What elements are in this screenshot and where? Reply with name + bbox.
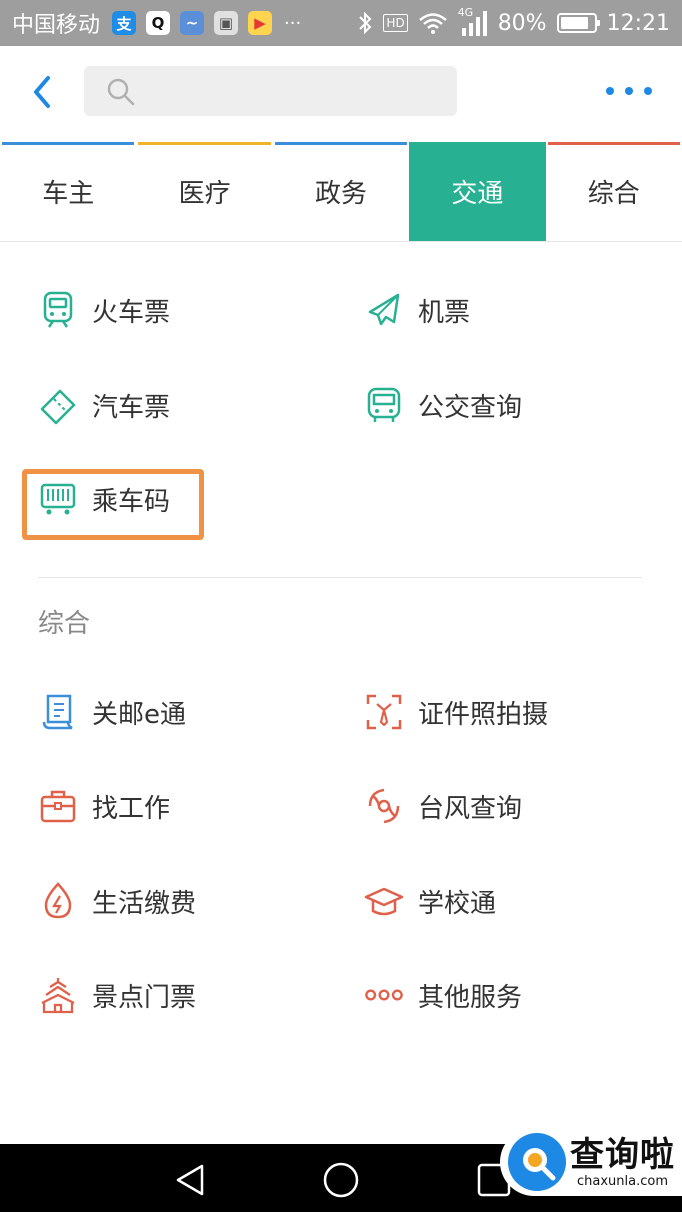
tab-label: 综合 (587, 179, 640, 209)
more-dot-icon (625, 87, 633, 95)
circle-home-icon (323, 1162, 359, 1198)
service-utility-payment[interactable]: 生活缴费 (38, 876, 196, 926)
service-bus-ticket[interactable]: 汽车票 (38, 380, 170, 430)
service-bus-query[interactable]: 公交查询 (364, 380, 522, 430)
service-scenic-tickets[interactable]: 景点门票 (38, 970, 196, 1020)
alipay-notification-icon: 支 (112, 11, 137, 35)
site-watermark: 查询啦 chaxunla.com (500, 1128, 682, 1196)
carrier-name: 中国移动 (12, 13, 101, 38)
service-label: 公交查询 (418, 392, 523, 423)
health-notification-icon: ~ (180, 11, 205, 35)
service-train-ticket[interactable]: 火车票 (38, 285, 170, 335)
service-label: 证件照拍摄 (418, 699, 549, 730)
tab-accent-bar (274, 142, 408, 145)
tab-car-owner[interactable]: 车主 (0, 142, 136, 241)
tab-label: 交通 (451, 179, 504, 209)
tab-accent-bar (138, 142, 271, 145)
tab-label: 车主 (42, 179, 95, 209)
section-divider (38, 577, 642, 578)
temple-icon (38, 975, 78, 1015)
more-options-button[interactable] (600, 74, 658, 108)
battery-percent: 80% (497, 10, 547, 36)
back-button[interactable] (24, 72, 64, 112)
search-icon (107, 78, 135, 106)
tab-label: 政务 (314, 179, 367, 209)
service-label: 学校通 (418, 888, 497, 919)
section-title-general: 综合 (38, 609, 91, 639)
clock: 12:21 (606, 10, 670, 36)
bluetooth-icon (359, 11, 372, 35)
train-icon (38, 290, 78, 330)
id-photo-icon (364, 692, 404, 732)
service-label: 机票 (418, 297, 471, 328)
service-label: 台风查询 (418, 793, 523, 824)
bus-ticket-icon (38, 385, 78, 425)
ride-code-icon (38, 479, 78, 519)
video-notification-icon: ▶ (248, 11, 273, 35)
tab-government[interactable]: 政务 (273, 142, 409, 241)
hd-voice-icon: HD (383, 14, 408, 32)
triangle-back-icon (176, 1164, 204, 1196)
battery-icon (556, 13, 600, 33)
briefcase-icon (38, 786, 78, 826)
service-label: 找工作 (92, 793, 171, 824)
header (0, 46, 682, 142)
gallery-notification-icon: ▣ (214, 11, 239, 35)
payment-icon (38, 881, 78, 921)
service-label: 景点门票 (92, 982, 197, 1013)
search-input[interactable] (84, 66, 457, 116)
service-label: 汽车票 (92, 392, 171, 423)
service-other[interactable]: 其他服务 (364, 970, 522, 1020)
service-label: 乘车码 (92, 486, 171, 517)
graduation-cap-icon (364, 881, 404, 921)
tab-accent-bar (547, 142, 680, 145)
status-bar: 中国移动 支 Q ~ ▣ ▶ ··· HD 4G 80% 12:21 (0, 0, 682, 46)
service-id-photo[interactable]: 证件照拍摄 (364, 687, 548, 737)
airplane-icon (364, 290, 404, 330)
category-tabs: 车主 医疗 政务 交通 综合 (0, 142, 682, 242)
tab-label: 医疗 (178, 179, 231, 209)
nav-home-button[interactable] (321, 1160, 361, 1200)
magnifier-logo-icon (508, 1133, 566, 1191)
signal-icon: 4G (458, 6, 488, 36)
service-school[interactable]: 学校通 (364, 876, 496, 926)
chevron-left-icon (34, 76, 50, 108)
bus-icon (364, 385, 404, 425)
service-typhoon-query[interactable]: 台风查询 (364, 781, 522, 831)
more-dot-icon (606, 87, 614, 95)
tab-accent-bar (2, 142, 135, 145)
more-notifications-icon: ··· (284, 12, 302, 34)
service-customs-post[interactable]: 关邮e通 (38, 687, 186, 737)
service-find-job[interactable]: 找工作 (38, 781, 170, 831)
typhoon-icon (364, 786, 404, 826)
service-flight-ticket[interactable]: 机票 (364, 285, 470, 335)
service-label: 其他服务 (418, 982, 523, 1013)
nav-back-button[interactable] (170, 1160, 210, 1200)
watermark-url: chaxunla.com (577, 1174, 668, 1189)
tab-medical[interactable]: 医疗 (136, 142, 272, 241)
service-label: 生活缴费 (92, 888, 197, 919)
more-services-icon (364, 975, 404, 1015)
wifi-icon (418, 13, 447, 34)
tab-general[interactable]: 综合 (546, 142, 682, 241)
tab-transport[interactable]: 交通 (409, 142, 546, 241)
qq-notification-icon: Q (146, 11, 171, 35)
service-ride-code[interactable]: 乘车码 (38, 474, 170, 524)
service-label: 火车票 (92, 297, 171, 328)
watermark-text: 查询啦 (570, 1135, 675, 1175)
more-dot-icon (644, 87, 652, 95)
scroll-icon (38, 692, 78, 732)
service-label: 关邮e通 (92, 699, 186, 730)
